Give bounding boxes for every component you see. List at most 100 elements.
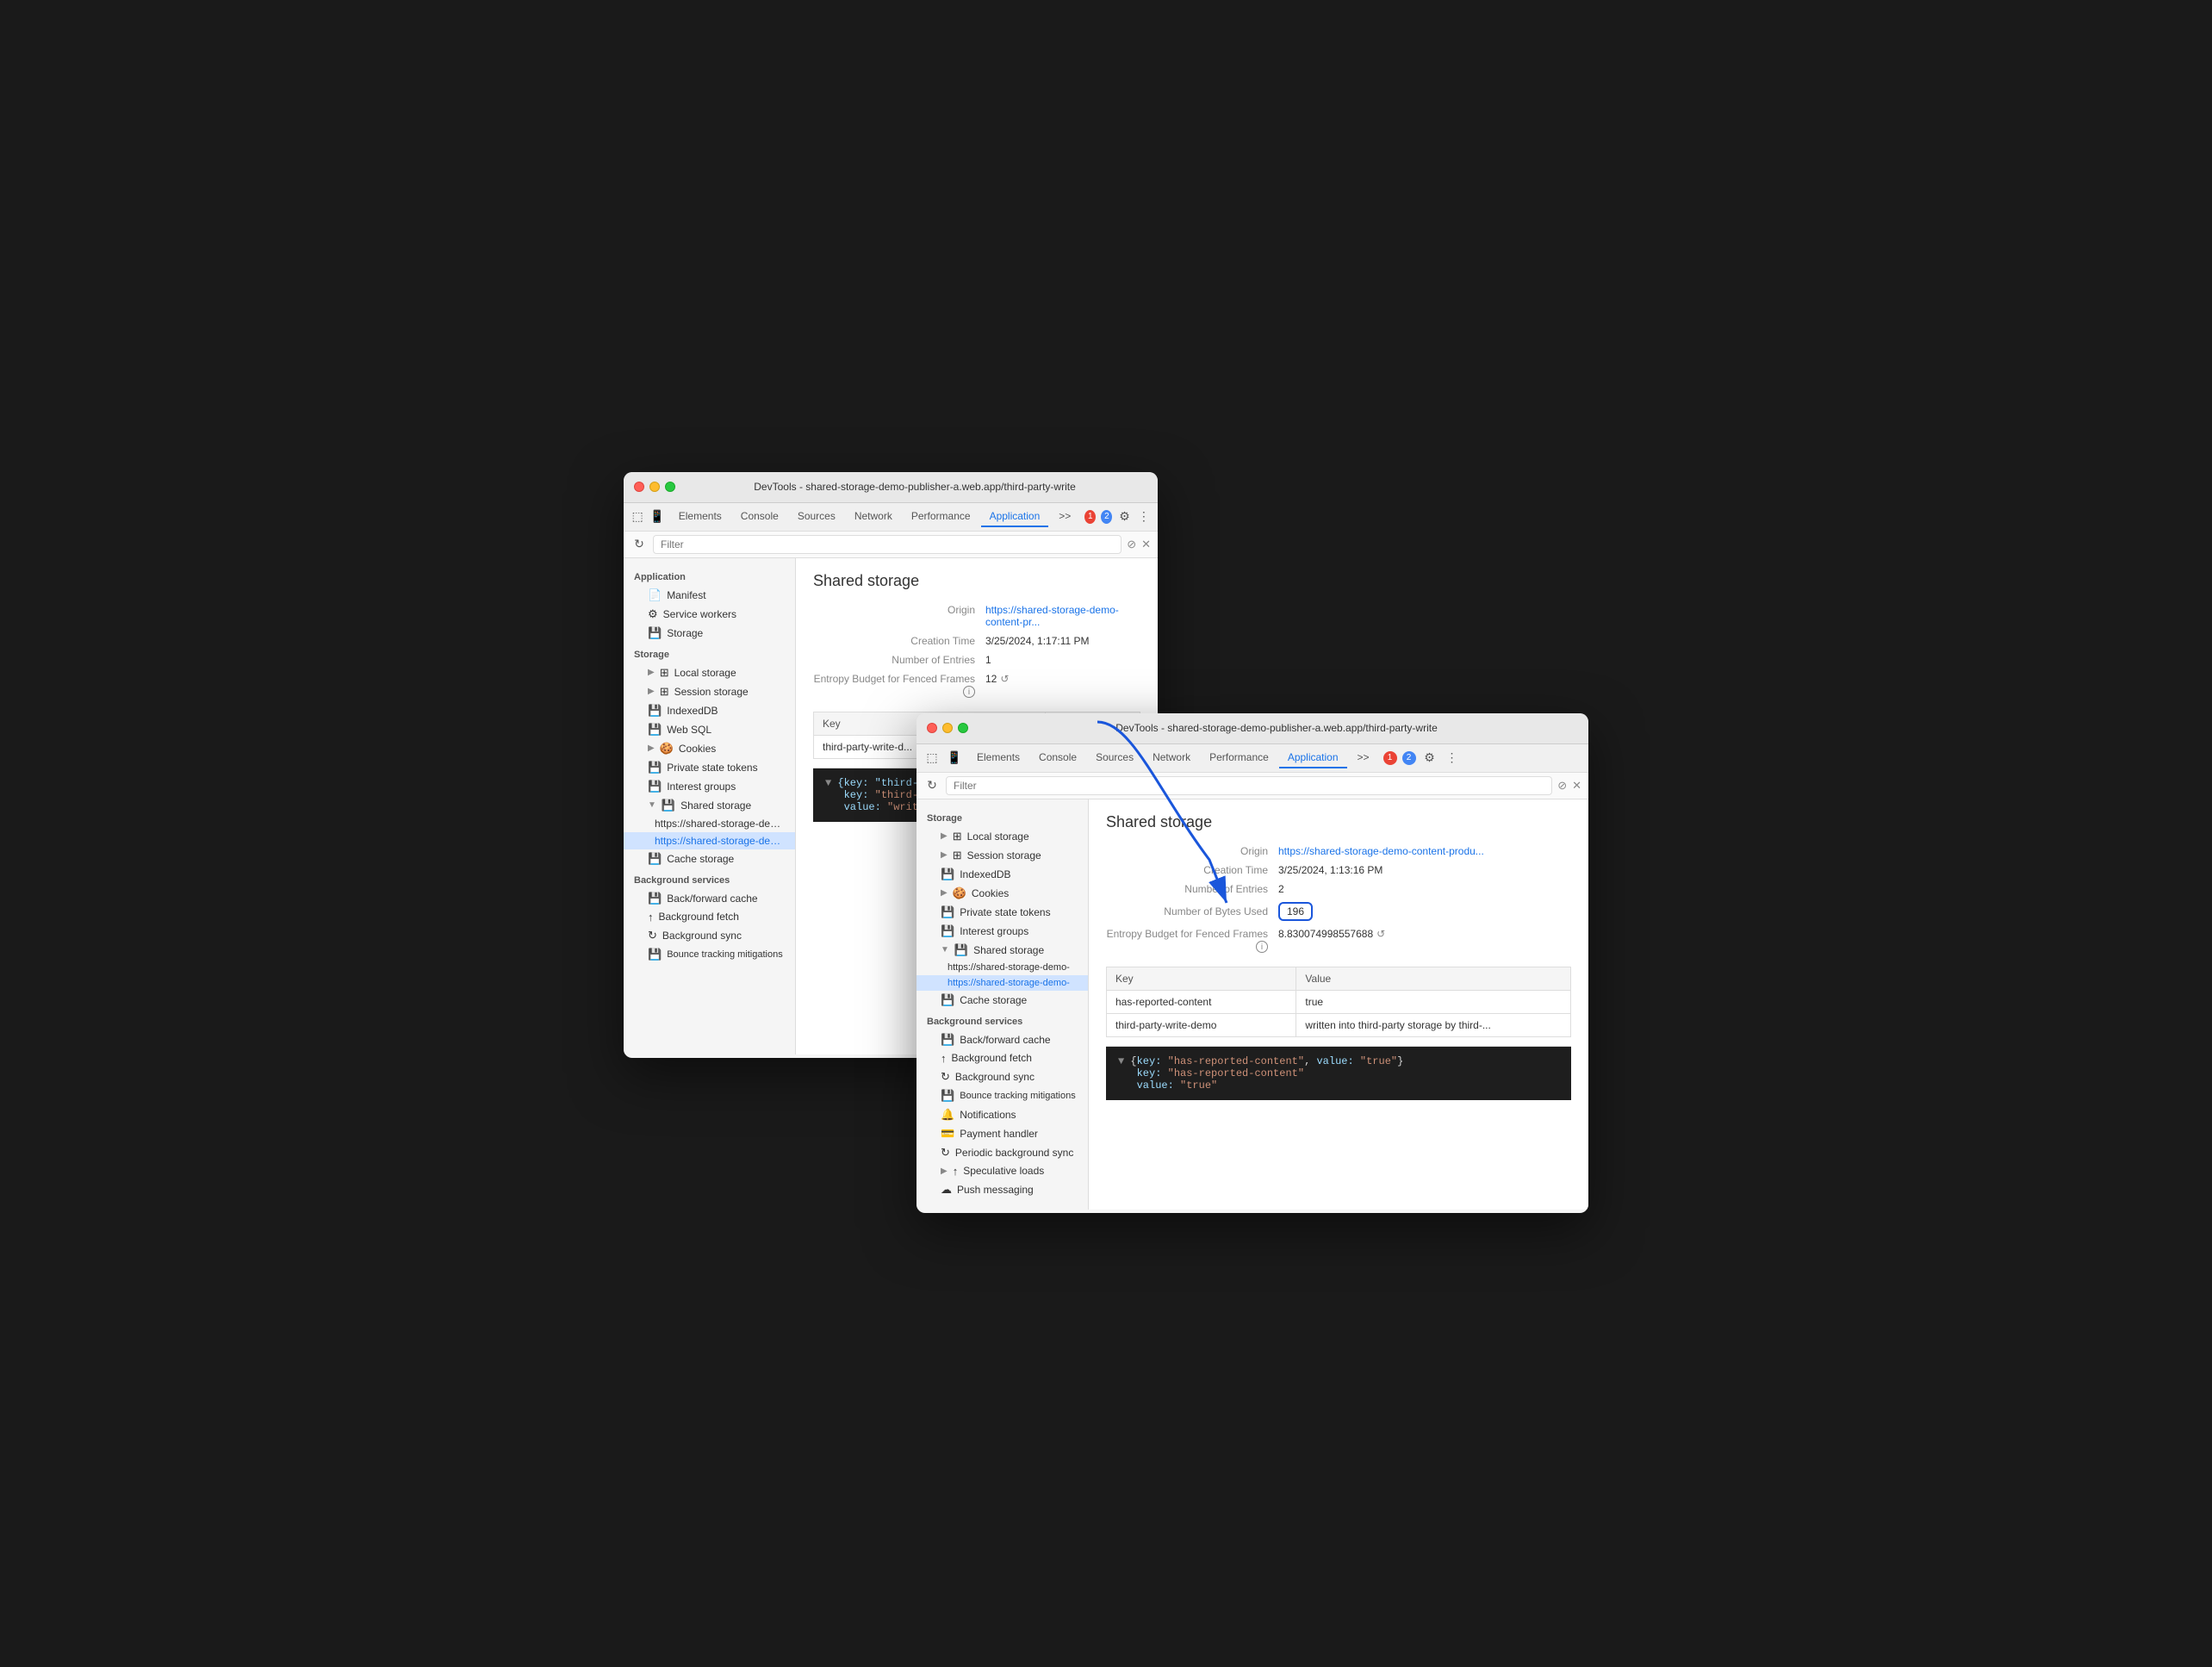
tab-console-2[interactable]: Console xyxy=(1030,748,1085,768)
entropy-reset-icon-2[interactable]: ↺ xyxy=(1376,928,1385,940)
tab-bar-1: Elements Console Sources Network Perform… xyxy=(670,507,1080,527)
tab-application-1[interactable]: Application xyxy=(981,507,1049,527)
tab-performance-2[interactable]: Performance xyxy=(1201,748,1277,768)
tab-more-2[interactable]: >> xyxy=(1349,748,1378,768)
sidebar-item-shared-storage-2[interactable]: ▼ 💾 Shared storage xyxy=(916,941,1088,960)
tab-network-1[interactable]: Network xyxy=(846,507,901,527)
entropy-info-icon-2[interactable]: i xyxy=(1256,941,1268,953)
tab-sources-1[interactable]: Sources xyxy=(789,507,844,527)
background-fetch-icon-2: ↑ xyxy=(941,1052,947,1065)
json-line-2-2: key: "has-reported-content" xyxy=(1118,1067,1559,1079)
origin-value[interactable]: https://shared-storage-demo-content-pr..… xyxy=(985,604,1140,628)
sidebar-item-cookies[interactable]: ▶ 🍪 Cookies xyxy=(624,739,795,758)
reload-icon-2[interactable]: ↻ xyxy=(923,777,941,794)
sidebar-item-periodic-background-sync[interactable]: ↻ Periodic background sync xyxy=(916,1143,1088,1162)
sidebar-item-session-storage-2[interactable]: ▶ ⊞ Session storage xyxy=(916,846,1088,865)
sidebar-section-storage-2: Storage xyxy=(916,806,1088,827)
sidebar-item-manifest[interactable]: 📄 Manifest xyxy=(624,586,795,605)
sidebar-item-service-workers[interactable]: ⚙ Service workers xyxy=(624,605,795,624)
content-area-2: Shared storage Origin https://shared-sto… xyxy=(1089,799,1588,1210)
sidebar-item-bounce-tracking-2[interactable]: 💾 Bounce tracking mitigations xyxy=(916,1086,1088,1105)
sidebar-item-push-messaging[interactable]: ☁ Push messaging xyxy=(916,1180,1088,1199)
notifications-icon: 🔔 xyxy=(941,1108,954,1122)
sidebar-item-cache-storage-2[interactable]: 💾 Cache storage xyxy=(916,991,1088,1010)
sidebar-item-local-storage[interactable]: ▶ ⊞ Local storage xyxy=(624,663,795,682)
tab-network-2[interactable]: Network xyxy=(1144,748,1199,768)
background-sync-icon: ↻ xyxy=(648,929,657,942)
device-icon[interactable]: 📱 xyxy=(649,508,664,526)
sidebar-item-interest-groups-2[interactable]: 💾 Interest groups xyxy=(916,922,1088,941)
cache-storage-icon: 💾 xyxy=(648,852,662,866)
sidebar-item-cookies-2[interactable]: ▶ 🍪 Cookies xyxy=(916,884,1088,903)
sidebar-item-back-forward-cache[interactable]: 💾 Back/forward cache xyxy=(624,889,795,908)
settings-icon-2[interactable]: ⚙ xyxy=(1421,750,1438,767)
table-row-2[interactable]: third-party-write-demo written into thir… xyxy=(1107,1014,1571,1037)
sidebar-item-shared-storage-origin-1[interactable]: https://shared-storage-demo- xyxy=(624,815,795,832)
clear-filter-icon-1[interactable]: ⊘ xyxy=(1127,538,1136,551)
sidebar-item-indexeddb-2[interactable]: 💾 IndexedDB xyxy=(916,865,1088,884)
close-filter-icon-1[interactable]: ✕ xyxy=(1141,538,1151,551)
sidebar-item-background-sync-2[interactable]: ↻ Background sync xyxy=(916,1067,1088,1086)
websql-icon: 💾 xyxy=(648,723,662,737)
sidebar-item-back-forward-cache-2[interactable]: 💾 Back/forward cache xyxy=(916,1030,1088,1049)
sidebar-item-bounce-tracking[interactable]: 💾 Bounce tracking mitigations xyxy=(624,945,795,964)
table-row-1[interactable]: has-reported-content true xyxy=(1107,991,1571,1014)
filter-input-2[interactable] xyxy=(946,776,1552,795)
tab-sources-2[interactable]: Sources xyxy=(1087,748,1142,768)
sidebar-item-speculative-loads[interactable]: ▶ ↑ Speculative loads xyxy=(916,1162,1088,1180)
inspect-icon-2[interactable]: ⬚ xyxy=(923,750,941,767)
sidebar-item-background-sync[interactable]: ↻ Background sync xyxy=(624,926,795,945)
more-icon-1[interactable]: ⋮ xyxy=(1137,508,1151,526)
tab-bar-2: Elements Console Sources Network Perform… xyxy=(968,748,1378,768)
push-messaging-icon: ☁ xyxy=(941,1183,952,1197)
maximize-button-2[interactable] xyxy=(958,723,968,733)
sidebar-item-session-storage[interactable]: ▶ ⊞ Session storage xyxy=(624,682,795,701)
filter-input-1[interactable] xyxy=(653,535,1122,554)
inspect-icon[interactable]: ⬚ xyxy=(631,508,644,526)
sidebar-item-interest-groups[interactable]: 💾 Interest groups xyxy=(624,777,795,796)
entropy-info-icon[interactable]: i xyxy=(963,686,975,698)
sidebar-item-indexeddb[interactable]: 💾 IndexedDB xyxy=(624,701,795,720)
creation-time-label: Creation Time xyxy=(813,635,985,647)
tab-performance-1[interactable]: Performance xyxy=(903,507,979,527)
sidebar-item-local-storage-2[interactable]: ▶ ⊞ Local storage xyxy=(916,827,1088,846)
device-icon-2[interactable]: 📱 xyxy=(946,750,963,767)
tab-more-1[interactable]: >> xyxy=(1050,507,1079,527)
sidebar-item-private-state-tokens[interactable]: 💾 Private state tokens xyxy=(624,758,795,777)
sidebar-item-private-state-tokens-2[interactable]: 💾 Private state tokens xyxy=(916,903,1088,922)
settings-icon-1[interactable]: ⚙ xyxy=(1117,508,1131,526)
reload-icon-1[interactable]: ↻ xyxy=(631,536,648,553)
sidebar-item-background-fetch[interactable]: ↑ Background fetch xyxy=(624,908,795,926)
close-button-1[interactable] xyxy=(634,482,644,492)
sidebar-item-cache-storage[interactable]: 💾 Cache storage xyxy=(624,849,795,868)
entropy-reset-icon[interactable]: ↺ xyxy=(1000,673,1009,685)
manifest-icon: 📄 xyxy=(648,588,662,602)
maximize-button-1[interactable] xyxy=(665,482,675,492)
creation-time-value-2: 3/25/2024, 1:13:16 PM xyxy=(1278,864,1382,876)
clear-filter-icon-2[interactable]: ⊘ xyxy=(1557,779,1567,793)
more-icon-2[interactable]: ⋮ xyxy=(1444,750,1461,767)
minimize-button-2[interactable] xyxy=(942,723,953,733)
close-filter-icon-2[interactable]: ✕ xyxy=(1572,779,1581,793)
origin-value-2[interactable]: https://shared-storage-demo-content-prod… xyxy=(1278,845,1484,857)
tab-application-2[interactable]: Application xyxy=(1279,748,1347,768)
origin-label-2: Origin xyxy=(1106,845,1278,857)
tab-console-1[interactable]: Console xyxy=(732,507,787,527)
sidebar-item-background-fetch-2[interactable]: ↑ Background fetch xyxy=(916,1049,1088,1067)
cookies-icon-2: 🍪 xyxy=(953,886,966,900)
sidebar-item-websql[interactable]: 💾 Web SQL xyxy=(624,720,795,739)
minimize-button-1[interactable] xyxy=(649,482,660,492)
sidebar-item-shared-origin-2-2[interactable]: https://shared-storage-demo- xyxy=(916,975,1088,991)
sidebar-item-shared-storage[interactable]: ▼ 💾 Shared storage xyxy=(624,796,795,815)
close-button-2[interactable] xyxy=(927,723,937,733)
tab-elements-1[interactable]: Elements xyxy=(670,507,730,527)
creation-time-label-2: Creation Time xyxy=(1106,864,1278,876)
sidebar-item-shared-storage-origin-2[interactable]: https://shared-storage-demo- xyxy=(624,832,795,849)
sidebar-item-storage-root[interactable]: 💾 Storage xyxy=(624,624,795,643)
sidebar-item-shared-origin-1-2[interactable]: https://shared-storage-demo- xyxy=(916,960,1088,975)
tab-elements-2[interactable]: Elements xyxy=(968,748,1028,768)
expand-speculative-icon: ▶ xyxy=(941,1166,948,1176)
back-forward-cache-icon: 💾 xyxy=(648,892,662,905)
sidebar-item-payment-handler[interactable]: 💳 Payment handler xyxy=(916,1124,1088,1143)
sidebar-item-notifications[interactable]: 🔔 Notifications xyxy=(916,1105,1088,1124)
